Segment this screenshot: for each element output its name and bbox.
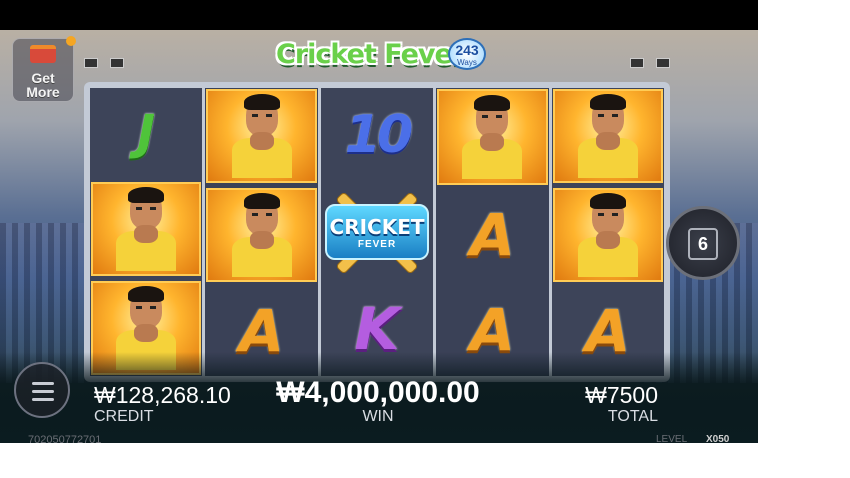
symbol-10: 10 bbox=[321, 88, 433, 182]
screen: Cricket Fever 243 Ways Get More J A 10 CRIC… bbox=[0, 0, 850, 478]
floodlight-icon bbox=[656, 58, 670, 68]
reel-frame: J A 10 CRICKET FEVER K A A A bbox=[84, 82, 670, 382]
symbol-label: A bbox=[469, 296, 515, 364]
session-id: 702050772701 bbox=[28, 434, 102, 444]
scatter-subtitle: FEVER bbox=[357, 238, 397, 250]
notification-dot bbox=[66, 36, 76, 46]
cricketer-icon bbox=[577, 193, 638, 277]
hamburger-menu-icon bbox=[32, 390, 54, 393]
symbol-scatter: CRICKET FEVER bbox=[321, 185, 433, 279]
footer-strip: 702050772701 LEVEL X050 bbox=[0, 432, 758, 444]
hamburger-menu-icon bbox=[32, 398, 54, 401]
reel-3: 10 CRICKET FEVER K bbox=[320, 88, 434, 376]
reel-5: A bbox=[551, 88, 665, 376]
ways-label: Ways bbox=[457, 58, 477, 67]
cricketer-icon bbox=[577, 94, 638, 178]
reel-1: J bbox=[90, 88, 203, 376]
get-more-button[interactable]: Get More bbox=[12, 38, 74, 102]
cricketer-icon bbox=[462, 95, 523, 179]
total-bet-value[interactable]: ₩7500 bbox=[540, 382, 658, 409]
ways-badge: 243 Ways bbox=[448, 38, 486, 70]
spin-count: 6 bbox=[688, 228, 718, 260]
level-label: LEVEL bbox=[656, 434, 688, 444]
get-more-label: Get More bbox=[26, 70, 60, 100]
total-bet-label: TOTAL bbox=[607, 408, 658, 425]
symbol-player bbox=[437, 89, 548, 185]
level-value: X050 bbox=[706, 434, 730, 444]
symbol-j: J bbox=[90, 88, 202, 178]
symbol-label: A bbox=[469, 201, 515, 269]
top-black-bar bbox=[0, 0, 758, 30]
reel-4: AA bbox=[436, 88, 549, 376]
game-title: Cricket Fever bbox=[276, 38, 465, 70]
game-logo: Cricket Fever 243 Ways bbox=[276, 34, 488, 74]
symbol-player bbox=[91, 182, 202, 276]
ways-count: 243 bbox=[455, 42, 479, 58]
reel-2: A bbox=[205, 88, 318, 376]
win-value: ₩4,000,000.00 bbox=[276, 376, 480, 409]
crossed-bats-icon: CRICKET FEVER bbox=[321, 186, 433, 278]
symbol-player bbox=[552, 188, 664, 282]
floodlight-icon bbox=[630, 58, 644, 68]
symbol-label: 10 bbox=[344, 105, 413, 165]
reels-grid: J A 10 CRICKET FEVER K A A A bbox=[90, 88, 665, 376]
menu-button[interactable] bbox=[14, 362, 70, 418]
cricketer-icon bbox=[231, 193, 292, 277]
symbol-player bbox=[552, 89, 664, 183]
symbol-label: K bbox=[354, 295, 400, 363]
symbol-label: J bbox=[137, 105, 156, 161]
cricketer-icon bbox=[116, 187, 177, 271]
hamburger-menu-icon bbox=[32, 382, 54, 385]
credit-value: ₩128,268.10 bbox=[94, 382, 231, 408]
cricketer-icon bbox=[231, 94, 292, 178]
symbol-player bbox=[206, 188, 317, 282]
spin-button[interactable]: 6 bbox=[666, 206, 740, 280]
floodlight-icon bbox=[110, 58, 124, 68]
win-label: WIN bbox=[362, 408, 394, 425]
symbol-a: A bbox=[436, 189, 548, 281]
symbol-player bbox=[206, 89, 317, 183]
gift-icon bbox=[30, 45, 56, 63]
credit-label: CREDIT bbox=[94, 408, 154, 425]
game-viewport: Cricket Fever 243 Ways Get More J A 10 CRIC… bbox=[0, 30, 758, 443]
scatter-title: CRICKET bbox=[329, 214, 425, 239]
floodlight-icon bbox=[84, 58, 98, 68]
